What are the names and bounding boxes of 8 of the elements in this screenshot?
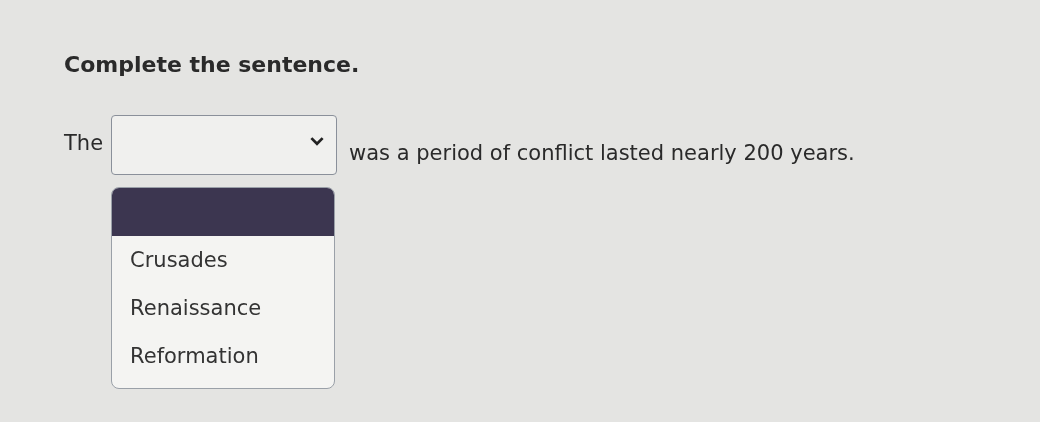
dropdown-option[interactable]: Crusades (112, 236, 335, 284)
dropdown-option[interactable]: Renaissance (112, 284, 335, 332)
sentence-text: The (64, 131, 104, 155)
sentence-text: was a period of conflict lasted nearly 200 years. (349, 141, 855, 165)
answer-dropdown[interactable] (111, 115, 338, 175)
instruction-text: Complete the sentence. (64, 52, 361, 77)
dropdown-option[interactable]: Reformation (112, 332, 335, 380)
caret-icon (310, 137, 325, 146)
